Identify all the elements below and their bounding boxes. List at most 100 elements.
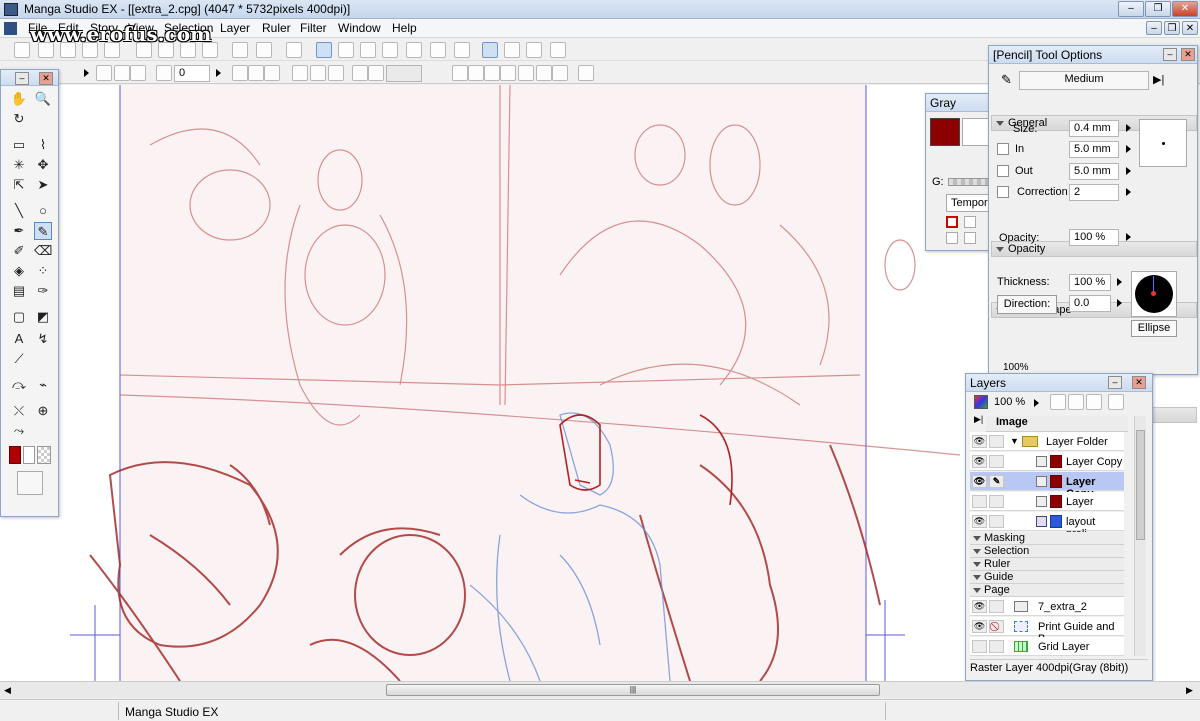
- box-2-icon[interactable]: [368, 65, 384, 81]
- arrow-icon[interactable]: [84, 69, 89, 77]
- folder-icon[interactable]: [504, 42, 520, 58]
- pointer-icon[interactable]: ➤: [34, 176, 52, 194]
- doc-restore-button[interactable]: ❐: [1164, 21, 1180, 35]
- lasso-icon[interactable]: ⌇: [34, 136, 52, 154]
- box-1-icon[interactable]: [352, 65, 368, 81]
- opacity-arrow-icon[interactable]: [1126, 233, 1131, 241]
- edit-lock-icon[interactable]: [989, 495, 1004, 508]
- frame-tool-icon[interactable]: ▢: [10, 308, 28, 326]
- more-icon[interactable]: [578, 65, 594, 81]
- gradient-icon[interactable]: ▤: [10, 282, 28, 300]
- layer-row[interactable]: 👁 layout preli...: [970, 512, 1124, 540]
- menu-help[interactable]: Help: [392, 21, 417, 35]
- visibility-eye-icon[interactable]: [972, 640, 987, 653]
- edit-lock-icon[interactable]: [989, 435, 1004, 448]
- opacity-field[interactable]: 100 %: [1069, 229, 1119, 246]
- visibility-eye-icon[interactable]: 👁: [972, 600, 987, 613]
- tools-minimize-icon[interactable]: –: [15, 72, 29, 85]
- edit-lock-icon[interactable]: [989, 515, 1004, 528]
- menu-layer[interactable]: Layer: [220, 21, 250, 35]
- checklist-icon[interactable]: [430, 42, 446, 58]
- in-checkbox[interactable]: [997, 143, 1009, 155]
- correction-arrow-icon[interactable]: [1126, 188, 1131, 196]
- perspective-icon[interactable]: [452, 65, 468, 81]
- hatch-icon[interactable]: [518, 65, 534, 81]
- view-mode-1-icon[interactable]: [316, 42, 332, 58]
- page-layer-row[interactable]: Grid Layer: [970, 637, 1124, 656]
- tool-options-close-icon[interactable]: ✕: [1181, 48, 1195, 61]
- cube-icon[interactable]: [484, 65, 500, 81]
- direction-arrow-icon[interactable]: [1117, 299, 1122, 307]
- temp-swatch[interactable]: [964, 232, 976, 244]
- temp-swatch-red[interactable]: [946, 216, 958, 228]
- spray-icon[interactable]: ⁘: [34, 262, 52, 280]
- edit-lock-icon[interactable]: [989, 455, 1004, 468]
- horizontal-scrollbar[interactable]: ◀ ||| ▶: [0, 681, 1200, 698]
- scroll-right-icon[interactable]: ▶: [1186, 685, 1193, 696]
- visibility-eye-icon[interactable]: 👁: [972, 515, 987, 528]
- layer-menu-icon[interactable]: ▶|: [974, 414, 983, 425]
- visibility-eye-icon[interactable]: 👁: [972, 475, 987, 488]
- new-folder-icon[interactable]: [1068, 394, 1084, 410]
- preset-dropdown[interactable]: Medium: [1019, 71, 1149, 90]
- background-color-swatch[interactable]: [23, 446, 35, 464]
- ellipse-icon[interactable]: ○: [34, 202, 52, 220]
- warp-icon[interactable]: ⤳: [10, 422, 28, 440]
- move-icon[interactable]: ✥: [34, 156, 52, 174]
- menu-window[interactable]: Window: [338, 21, 381, 35]
- in-field[interactable]: 5.0 mm: [1069, 141, 1119, 158]
- rotation-field[interactable]: 0: [174, 65, 210, 82]
- grid-snap-icon[interactable]: [536, 65, 552, 81]
- out-field[interactable]: 5.0 mm: [1069, 163, 1119, 180]
- in-arrow-icon[interactable]: [1126, 145, 1131, 153]
- rotate-view-icon[interactable]: ↻: [10, 110, 28, 128]
- page-icon[interactable]: [96, 65, 112, 81]
- stamp-icon[interactable]: ⌁: [34, 376, 52, 394]
- brush-snap-icon[interactable]: [500, 65, 516, 81]
- tool-options-minimize-icon[interactable]: –: [1163, 48, 1177, 61]
- play-icon[interactable]: [550, 42, 566, 58]
- correction-checkbox[interactable]: [997, 186, 1009, 198]
- correction-field[interactable]: 2: [1069, 184, 1119, 201]
- marquee-icon[interactable]: ▭: [10, 136, 28, 154]
- page-layer-row[interactable]: 👁⃠ Print Guide and B...: [970, 617, 1124, 645]
- brush-shape-preview[interactable]: [1131, 271, 1177, 317]
- undo-icon[interactable]: [232, 42, 248, 58]
- view-mode-2-icon[interactable]: [338, 42, 354, 58]
- visibility-eye-icon[interactable]: [972, 495, 987, 508]
- new-icon[interactable]: [14, 42, 30, 58]
- temp-swatch[interactable]: [946, 232, 958, 244]
- center-icon[interactable]: [232, 65, 248, 81]
- zoom-icon[interactable]: 🔍: [34, 90, 52, 108]
- no-print-icon[interactable]: ⃠: [989, 620, 1004, 633]
- page-layer-row[interactable]: 👁 7_extra_2: [970, 597, 1124, 616]
- rotate-icon[interactable]: [156, 65, 172, 81]
- smudge-icon[interactable]: ⤬: [10, 402, 28, 420]
- layer-opacity-arrow-icon[interactable]: [1034, 399, 1039, 407]
- hand-icon[interactable]: ✋: [10, 90, 28, 108]
- masking-section[interactable]: Masking: [970, 532, 1124, 545]
- layers-close-icon[interactable]: ✕: [1132, 376, 1146, 389]
- transparent-swatch[interactable]: [37, 446, 51, 464]
- image-group-header[interactable]: Image: [986, 416, 1128, 432]
- foreground-color-swatch[interactable]: [9, 446, 21, 464]
- delete-layer-icon[interactable]: [1086, 394, 1102, 410]
- layer-row[interactable]: Layer: [970, 492, 1124, 511]
- page-fold-icon[interactable]: [114, 65, 130, 81]
- ellipse-button[interactable]: Ellipse: [1131, 320, 1177, 337]
- lock-icon[interactable]: [1108, 394, 1124, 410]
- magnify-edit-icon[interactable]: ⊕: [34, 402, 52, 420]
- thickness-arrow-icon[interactable]: [1117, 278, 1122, 286]
- pen-icon[interactable]: ✒: [10, 222, 28, 240]
- layer-row[interactable]: 👁 Layer Copy: [970, 452, 1124, 471]
- flip-h-icon[interactable]: [248, 65, 264, 81]
- scroll-thumb[interactable]: |||: [386, 684, 880, 696]
- arrow-icon[interactable]: [216, 69, 221, 77]
- folder-collapse-icon[interactable]: ▼: [1010, 436, 1019, 446]
- stack-icon[interactable]: [130, 65, 146, 81]
- print-icon[interactable]: [286, 42, 302, 58]
- menu-filter[interactable]: Filter: [300, 21, 327, 35]
- redo-icon[interactable]: [256, 42, 272, 58]
- tools-close-icon[interactable]: ✕: [39, 72, 53, 85]
- pencil-icon[interactable]: ✎: [34, 222, 52, 240]
